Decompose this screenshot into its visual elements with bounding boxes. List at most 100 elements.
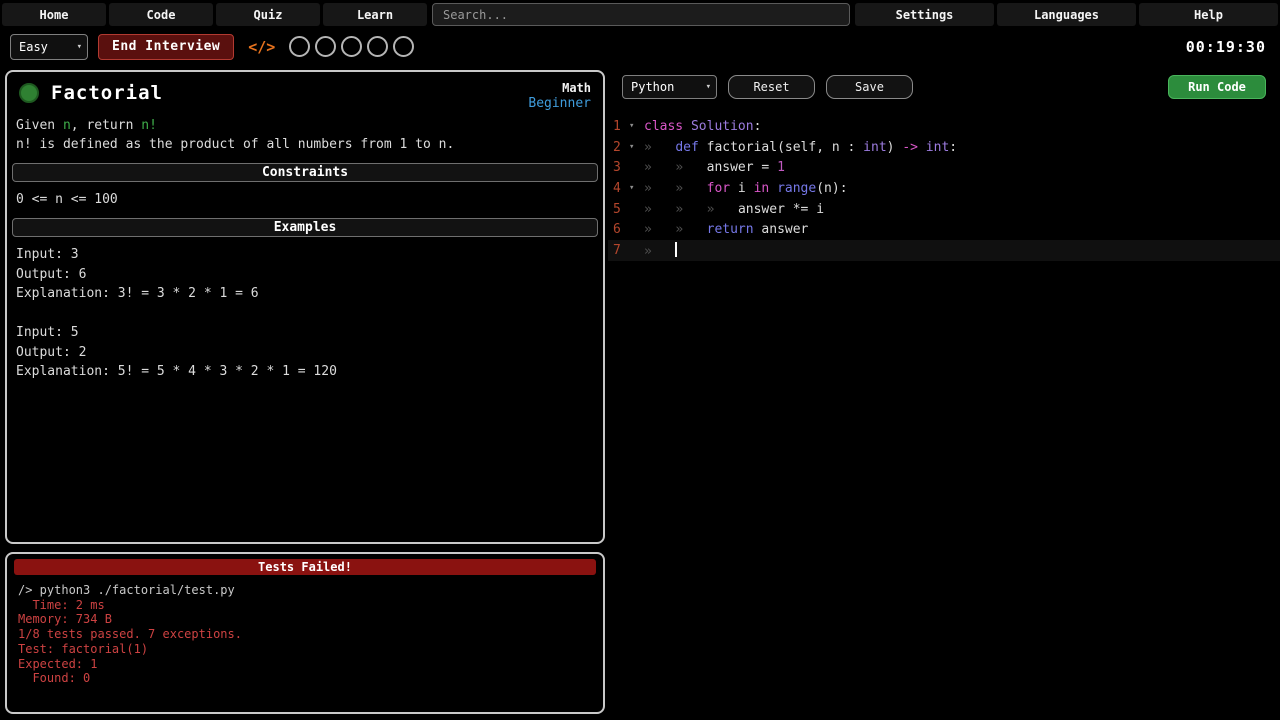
code-line-text: » » return answer — [644, 222, 808, 237]
code-token: ) — [887, 140, 903, 155]
example-line: Explanation: 5! = 5 * 4 * 3 * 2 * 1 = 12… — [12, 362, 598, 382]
console-line: Time: 2 ms — [14, 598, 596, 613]
main-area: Factorial Math Beginner Given n, return … — [0, 65, 1280, 720]
console-line: 1/8 tests passed. 7 exceptions. — [14, 627, 596, 642]
language-select-wrap: Python ▾ — [622, 75, 717, 99]
code-token: : — [949, 140, 957, 155]
nav-item-settings[interactable]: Settings — [855, 3, 994, 26]
problem-statement-line1: Given n, return n! — [12, 116, 598, 135]
code-token: class — [644, 119, 683, 134]
status-circle-icon — [19, 83, 39, 103]
code-token: answer *= i — [738, 202, 824, 217]
line-number: 6 — [608, 222, 629, 237]
code-line: 5 » » » answer *= i — [608, 199, 1280, 220]
example-lines: Input: 3Output: 6Explanation: 3! = 3 * 2… — [12, 245, 598, 382]
code-token: » — [675, 202, 706, 217]
code-token: » — [707, 202, 738, 217]
example-line: Input: 5 — [12, 323, 598, 343]
nav-item-learn[interactable]: Learn — [323, 3, 427, 26]
problem-category: Math — [528, 81, 591, 95]
statement-token: , return — [71, 118, 141, 133]
example-line — [12, 304, 598, 324]
example-line: Output: 2 — [12, 343, 598, 363]
line-number: 4 — [608, 181, 629, 196]
difficulty-select[interactable]: Easy — [10, 34, 88, 60]
nav-item-home[interactable]: Home — [2, 3, 106, 26]
statement-token: n! — [141, 118, 157, 133]
run-code-button[interactable]: Run Code — [1168, 75, 1266, 99]
code-token: int — [863, 140, 886, 155]
code-line-text: » def factorial(self, n : int) -> int: — [644, 140, 957, 155]
nav-item-code[interactable]: Code — [109, 3, 213, 26]
language-select[interactable]: Python — [622, 75, 717, 99]
code-token: » — [675, 222, 706, 237]
code-lines: 1▾class Solution:2▾» def factorial(self,… — [608, 116, 1280, 261]
editor-toolbar: Python ▾ Reset Save Run Code — [608, 70, 1280, 112]
question-progress-dot[interactable] — [289, 36, 310, 57]
fold-icon[interactable]: ▾ — [629, 183, 644, 193]
search-input[interactable] — [432, 3, 850, 26]
constraints-text: 0 <= n <= 100 — [12, 190, 598, 209]
code-token: answer = — [707, 160, 777, 175]
code-line-text: » — [644, 242, 677, 259]
code-token: » — [644, 222, 675, 237]
nav-item-languages[interactable]: Languages — [997, 3, 1136, 26]
question-progress-dot[interactable] — [315, 36, 336, 57]
nav-right-group: SettingsLanguagesHelp — [855, 3, 1278, 26]
session-timer: 00:19:30 — [1186, 38, 1266, 56]
nav-item-help[interactable]: Help — [1139, 3, 1278, 26]
code-token — [918, 140, 926, 155]
nav-item-quiz[interactable]: Quiz — [216, 3, 320, 26]
interview-toolbar: Easy ▾ End Interview </> 00:19:30 — [0, 28, 1280, 65]
code-line-text: » » » answer *= i — [644, 202, 824, 217]
example-line: Explanation: 3! = 3 * 2 * 1 = 6 — [12, 284, 598, 304]
code-token — [683, 119, 691, 134]
console-line: Memory: 734 B — [14, 612, 596, 627]
problem-statement-line2: n! is defined as the product of all numb… — [12, 135, 598, 154]
problem-title: Factorial — [51, 81, 163, 105]
fold-icon[interactable]: ▾ — [629, 142, 644, 152]
code-token: factorial(self, n : — [699, 140, 863, 155]
line-number: 5 — [608, 202, 629, 217]
code-token: def — [675, 140, 698, 155]
line-number: 3 — [608, 160, 629, 175]
console-line: /> python3 ./factorial/test.py — [14, 583, 596, 598]
code-token: for — [707, 181, 730, 196]
nav-left-group: HomeCodeQuizLearn — [2, 3, 427, 26]
console-line: Test: factorial(1) — [14, 642, 596, 657]
line-number: 1 — [608, 119, 629, 134]
console-panel: Tests Failed! /> python3 ./factorial/tes… — [5, 552, 605, 714]
code-token: range — [777, 181, 816, 196]
code-token: » — [675, 160, 706, 175]
save-button[interactable]: Save — [826, 75, 913, 99]
constraints-header: Constraints — [12, 163, 598, 182]
code-token: » — [644, 181, 675, 196]
code-line: 3» » answer = 1 — [608, 157, 1280, 178]
example-line: Output: 6 — [12, 265, 598, 285]
problem-header: Factorial Math Beginner — [7, 72, 603, 114]
code-token: Solution — [691, 119, 754, 134]
code-token: » — [644, 160, 675, 175]
code-token: » — [644, 140, 675, 155]
question-progress-dot[interactable] — [393, 36, 414, 57]
problem-body: Given n, return n! n! is defined as the … — [7, 114, 603, 382]
code-icon: </> — [248, 38, 275, 56]
statement-token: Given — [16, 118, 63, 133]
problem-panel: Factorial Math Beginner Given n, return … — [5, 70, 605, 544]
code-line: 1▾class Solution: — [608, 116, 1280, 137]
question-progress-dot[interactable] — [341, 36, 362, 57]
end-interview-button[interactable]: End Interview — [98, 34, 234, 60]
tests-status-banner: Tests Failed! — [14, 559, 596, 575]
code-line: 2▾» def factorial(self, n : int) -> int: — [608, 137, 1280, 158]
text-cursor — [675, 242, 677, 257]
question-progress-dot[interactable] — [367, 36, 388, 57]
fold-icon[interactable]: ▾ — [629, 121, 644, 131]
code-token: » — [644, 202, 675, 217]
line-number: 7 — [608, 243, 629, 258]
code-editor[interactable]: 1▾class Solution:2▾» def factorial(self,… — [608, 112, 1280, 720]
question-progress — [289, 36, 414, 57]
reset-button[interactable]: Reset — [728, 75, 815, 99]
top-navbar: HomeCodeQuizLearn SettingsLanguagesHelp — [0, 0, 1280, 28]
code-token: return — [707, 222, 754, 237]
console-line: Expected: 1 — [14, 657, 596, 672]
